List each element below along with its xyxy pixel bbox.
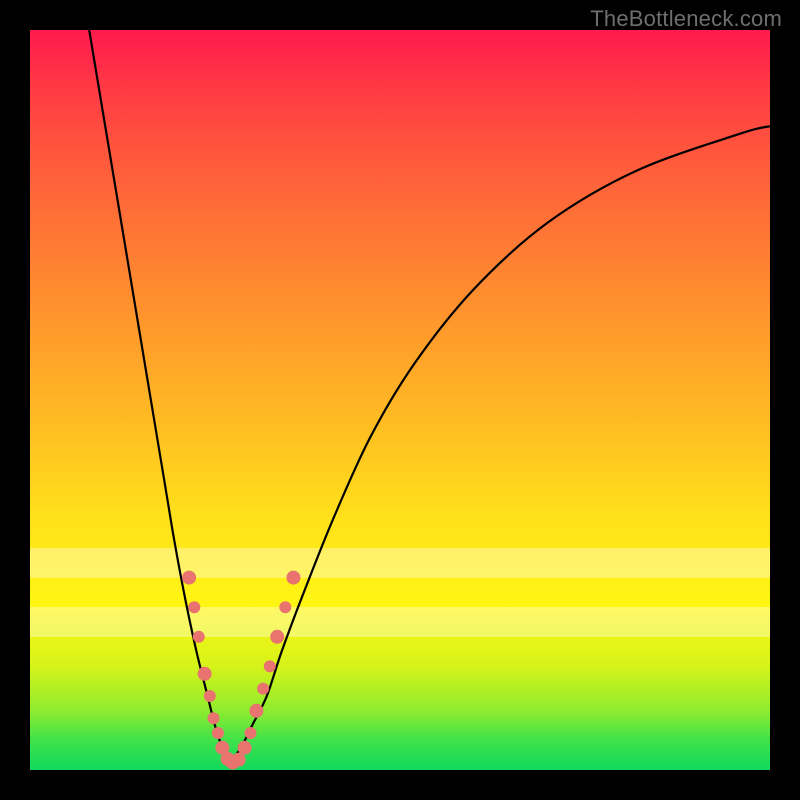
data-marker (249, 704, 263, 718)
data-marker (188, 601, 200, 613)
data-marker (208, 712, 220, 724)
data-marker (212, 727, 224, 739)
data-marker (204, 690, 216, 702)
data-marker (257, 683, 269, 695)
data-marker (182, 571, 196, 585)
marker-group (182, 571, 300, 770)
left-branch-curve (89, 30, 230, 763)
data-marker (232, 753, 246, 767)
data-marker (198, 667, 212, 681)
curves-layer (30, 30, 770, 770)
plot-area (30, 30, 770, 770)
data-marker (264, 660, 276, 672)
data-marker (279, 601, 291, 613)
data-marker (270, 630, 284, 644)
data-marker (238, 741, 252, 755)
chart-frame: TheBottleneck.com (0, 0, 800, 800)
right-branch-curve (230, 126, 770, 762)
data-marker (193, 631, 205, 643)
data-marker (245, 727, 257, 739)
watermark-text: TheBottleneck.com (590, 6, 782, 32)
data-marker (286, 571, 300, 585)
